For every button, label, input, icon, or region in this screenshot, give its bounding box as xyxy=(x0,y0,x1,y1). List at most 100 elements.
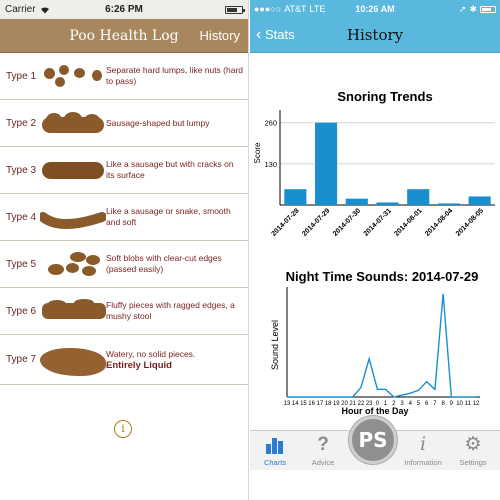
x-tick-label: 19 xyxy=(333,401,340,407)
y-tick-label: 130 xyxy=(264,160,277,169)
type-row-3[interactable]: Type 3 Like a sausage but with cracks on… xyxy=(0,147,248,194)
gear-icon: ⚙ xyxy=(464,434,482,455)
bar xyxy=(284,189,307,205)
bar xyxy=(468,196,491,205)
snoring-chart-ylabel: Score xyxy=(253,142,262,163)
bar-chart-icon xyxy=(250,431,300,458)
center-action-button[interactable]: PS xyxy=(349,416,397,464)
x-tick-label: 12 xyxy=(473,401,480,407)
type-description: Separate hard lumps, like nuts (hard to … xyxy=(106,65,244,86)
right-status-bar: ●●●○○ AT&T LTE 10:26 AM ➚ ✱ xyxy=(250,0,500,18)
x-tick-label: 11 xyxy=(465,401,472,407)
type-row-6[interactable]: Type 6 Fluffy pieces with ragged edges, … xyxy=(0,288,248,335)
x-tick-label: 9 xyxy=(450,401,454,407)
x-tick-label: 2014-08-01 xyxy=(393,207,423,237)
type-description: Soft blobs with clear-cut edges (passed … xyxy=(106,253,222,274)
x-tick-label: 15 xyxy=(300,401,307,407)
type-7-description: Watery, no solid pieces. xyxy=(106,348,196,359)
x-tick-label: 22 xyxy=(358,401,365,407)
type-5-image xyxy=(40,244,106,284)
left-navbar: Poo Health Log History xyxy=(0,19,248,53)
stool-type-list: Type 1 Separate hard lumps, like nuts (h… xyxy=(0,53,248,385)
type-label: Type 1 xyxy=(6,70,37,82)
type-row-7[interactable]: Type 7 Watery, no solid pieces. Entirely… xyxy=(0,335,248,385)
charts-area: Snoring Trends Score 1302602014-07-28 201… xyxy=(253,89,495,416)
x-tick-label: 13 xyxy=(284,401,291,407)
x-tick-label: 21 xyxy=(349,401,356,407)
history-button[interactable]: History xyxy=(200,28,240,43)
type-label: Type 6 xyxy=(6,305,37,317)
type-description: Like a sausage or snake, smooth and soft xyxy=(106,206,231,227)
x-tick-label: 4 xyxy=(409,401,413,407)
x-tick-label: 20 xyxy=(341,401,348,407)
question-icon: ? xyxy=(317,434,329,455)
tab-settings[interactable]: ⚙ Settings xyxy=(448,431,498,471)
bar xyxy=(345,198,368,205)
type-7-emphasis: Entirely Liquid xyxy=(106,359,172,371)
snoring-trends-chart: 130 260 2014-07-28 2014-07-29 2014-07-30 2014… xyxy=(264,110,495,238)
x-tick-label: 8 xyxy=(441,401,445,407)
location-icon: ➚ xyxy=(458,3,467,14)
tab-label: Advice xyxy=(311,458,335,467)
poo-health-screen: Carrier 6:26 PM Poo Health Log History T… xyxy=(0,0,249,500)
tab-charts[interactable]: Charts xyxy=(250,431,300,471)
night-sounds-chart-title: Night Time Sounds: 2014-07-29 xyxy=(286,269,479,284)
bar xyxy=(315,122,338,205)
left-status-bar: Carrier 6:26 PM xyxy=(0,0,248,19)
x-tick-label: 23 xyxy=(366,401,373,407)
x-tick-label: 14 xyxy=(292,401,299,407)
x-tick-label: 18 xyxy=(325,401,332,407)
series-line xyxy=(287,293,476,398)
type-description: Sausage-shaped but lumpy xyxy=(106,117,210,128)
battery-icon xyxy=(225,5,245,14)
chevron-left-icon: ‹ xyxy=(256,26,262,43)
type-description: Like a sausage but with cracks on its su… xyxy=(106,159,234,180)
x-tick-label: 10 xyxy=(456,401,463,407)
type-1-image xyxy=(40,56,106,96)
type-description: Fluffy pieces with ragged edges, a mushy… xyxy=(106,300,235,321)
type-row-1[interactable]: Type 1 Separate hard lumps, like nuts (h… xyxy=(0,53,248,100)
x-tick-label: 6 xyxy=(425,401,429,407)
y-tick-label: 260 xyxy=(264,119,277,128)
x-tick-label: 7 xyxy=(433,401,437,407)
tab-information[interactable]: i Information xyxy=(398,431,448,471)
type-row-2[interactable]: Type 2 Sausage-shaped but lumpy xyxy=(0,100,248,147)
night-sounds-chart-xlabel: Hour of the Day xyxy=(341,406,408,416)
type-7-image xyxy=(40,340,106,380)
tab-advice[interactable]: ? Advice xyxy=(298,431,348,471)
tab-label: Settings xyxy=(459,458,487,467)
type-3-image xyxy=(40,150,106,190)
back-label: Stats xyxy=(264,27,295,42)
x-tick-label: 2014-07-28 xyxy=(270,207,300,237)
info-icon[interactable]: i xyxy=(114,420,132,438)
type-label: Type 7 xyxy=(6,354,37,365)
night-sounds-chart-ylabel: Sound Level xyxy=(270,320,280,370)
tab-label: Information xyxy=(404,458,442,467)
x-tick-label: 2014-07-30 xyxy=(332,207,362,237)
x-tick-label: 2014-07-29 xyxy=(301,207,331,237)
x-tick-label: 17 xyxy=(317,401,324,407)
battery-icon xyxy=(480,5,496,13)
type-row-4[interactable]: Type 4 Like a sausage or snake, smooth a… xyxy=(0,194,248,241)
type-row-5[interactable]: Type 5 Soft blobs with clear-cut edges (… xyxy=(0,241,248,288)
bar xyxy=(437,203,460,205)
snoring-chart-title: Snoring Trends xyxy=(337,89,432,104)
x-tick-label: 2014-08-05 xyxy=(455,207,485,237)
type-label: Type 3 xyxy=(6,164,37,176)
back-button[interactable]: ‹ Stats xyxy=(250,26,295,44)
night-time-sounds-chart: 13 14 15 16 17 18 19 20 21 22 23 0 1 2 3 4 5 6 7 8 9 10 11 12 xyxy=(284,287,480,407)
type-6-image xyxy=(40,291,106,331)
bar xyxy=(407,189,430,205)
bar xyxy=(376,202,399,205)
right-navbar: ‹ Stats History xyxy=(250,18,500,53)
x-tick-label: 16 xyxy=(308,401,315,407)
type-label: Type 2 xyxy=(6,117,37,129)
type-label: Type 4 xyxy=(6,211,37,223)
bluetooth-icon: ✱ xyxy=(469,3,477,14)
tab-label: Charts xyxy=(263,458,287,467)
x-tick-label: 2014-08-04 xyxy=(424,207,454,237)
type-2-image xyxy=(40,103,106,143)
x-tick-label: 5 xyxy=(417,401,421,407)
type-description: Watery, no solid pieces. Entirely Liquid xyxy=(106,349,248,371)
type-4-image xyxy=(38,197,107,237)
